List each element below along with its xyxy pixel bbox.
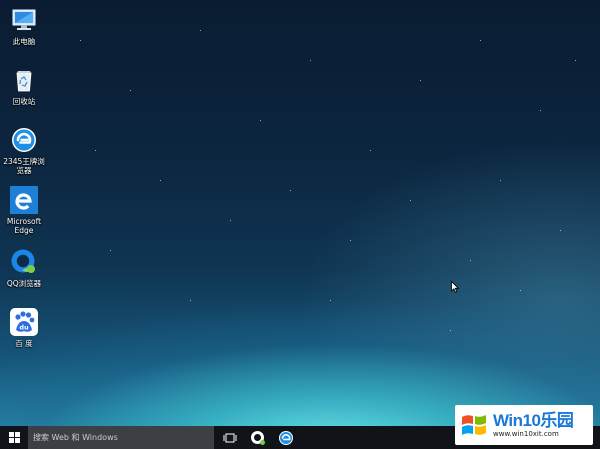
watermark-url: www.win10xit.com: [493, 429, 559, 438]
mouse-cursor-icon: [451, 278, 460, 297]
taskbar-2345-browser-button[interactable]: [272, 426, 300, 449]
windows-flag-logo-icon: [462, 415, 486, 435]
edge-icon: [9, 185, 39, 215]
watermark-title: Win10乐园: [493, 410, 574, 430]
search-placeholder: 搜索 Web 和 Windows: [33, 433, 118, 442]
windows-logo-icon: [8, 432, 20, 443]
task-view-button[interactable]: [216, 426, 244, 449]
desktop-icon-2345-browser[interactable]: 2345王牌浏 览器: [2, 125, 46, 175]
desktop-wallpaper: 此电脑 回收站 2345王牌浏 览器 Microsoft Edge QQ浏览器 …: [0, 0, 600, 449]
desktop-icon-label: QQ浏览器: [6, 279, 42, 288]
qq-browser-icon: [251, 430, 265, 445]
desktop-icon-recycle-bin[interactable]: 回收站: [2, 65, 46, 106]
baidu-paw-icon: du: [9, 307, 39, 337]
desktop-icon-microsoft-edge[interactable]: Microsoft Edge: [2, 185, 46, 235]
win10-watermark-logo: Win10乐园 www.win10xit.com: [455, 405, 593, 445]
computer-icon: [9, 5, 39, 35]
taskbar-search-box[interactable]: 搜索 Web 和 Windows: [28, 426, 214, 449]
desktop-icon-this-pc[interactable]: 此电脑: [2, 5, 46, 46]
browser-2345-icon: [279, 430, 293, 445]
taskbar-qq-browser-button[interactable]: [244, 426, 272, 449]
qq-browser-icon: [9, 247, 39, 277]
desktop-icon-label: 百 度: [15, 339, 33, 348]
desktop-icon-label: 此电脑: [12, 37, 36, 46]
task-view-icon: [223, 433, 237, 442]
desktop-icon-qq-browser[interactable]: QQ浏览器: [2, 247, 46, 288]
start-button[interactable]: [0, 426, 28, 449]
desktop-icon-label: 2345王牌浏 览器: [3, 157, 45, 175]
browser-2345-icon: [9, 125, 39, 155]
desktop-icon-label: 回收站: [12, 97, 36, 106]
desktop-icon-baidu[interactable]: du 百 度: [2, 307, 46, 348]
recycle-bin-icon: [9, 65, 39, 95]
baidu-glyph-text: du: [19, 324, 29, 332]
desktop-icon-label: Microsoft Edge: [6, 217, 42, 235]
